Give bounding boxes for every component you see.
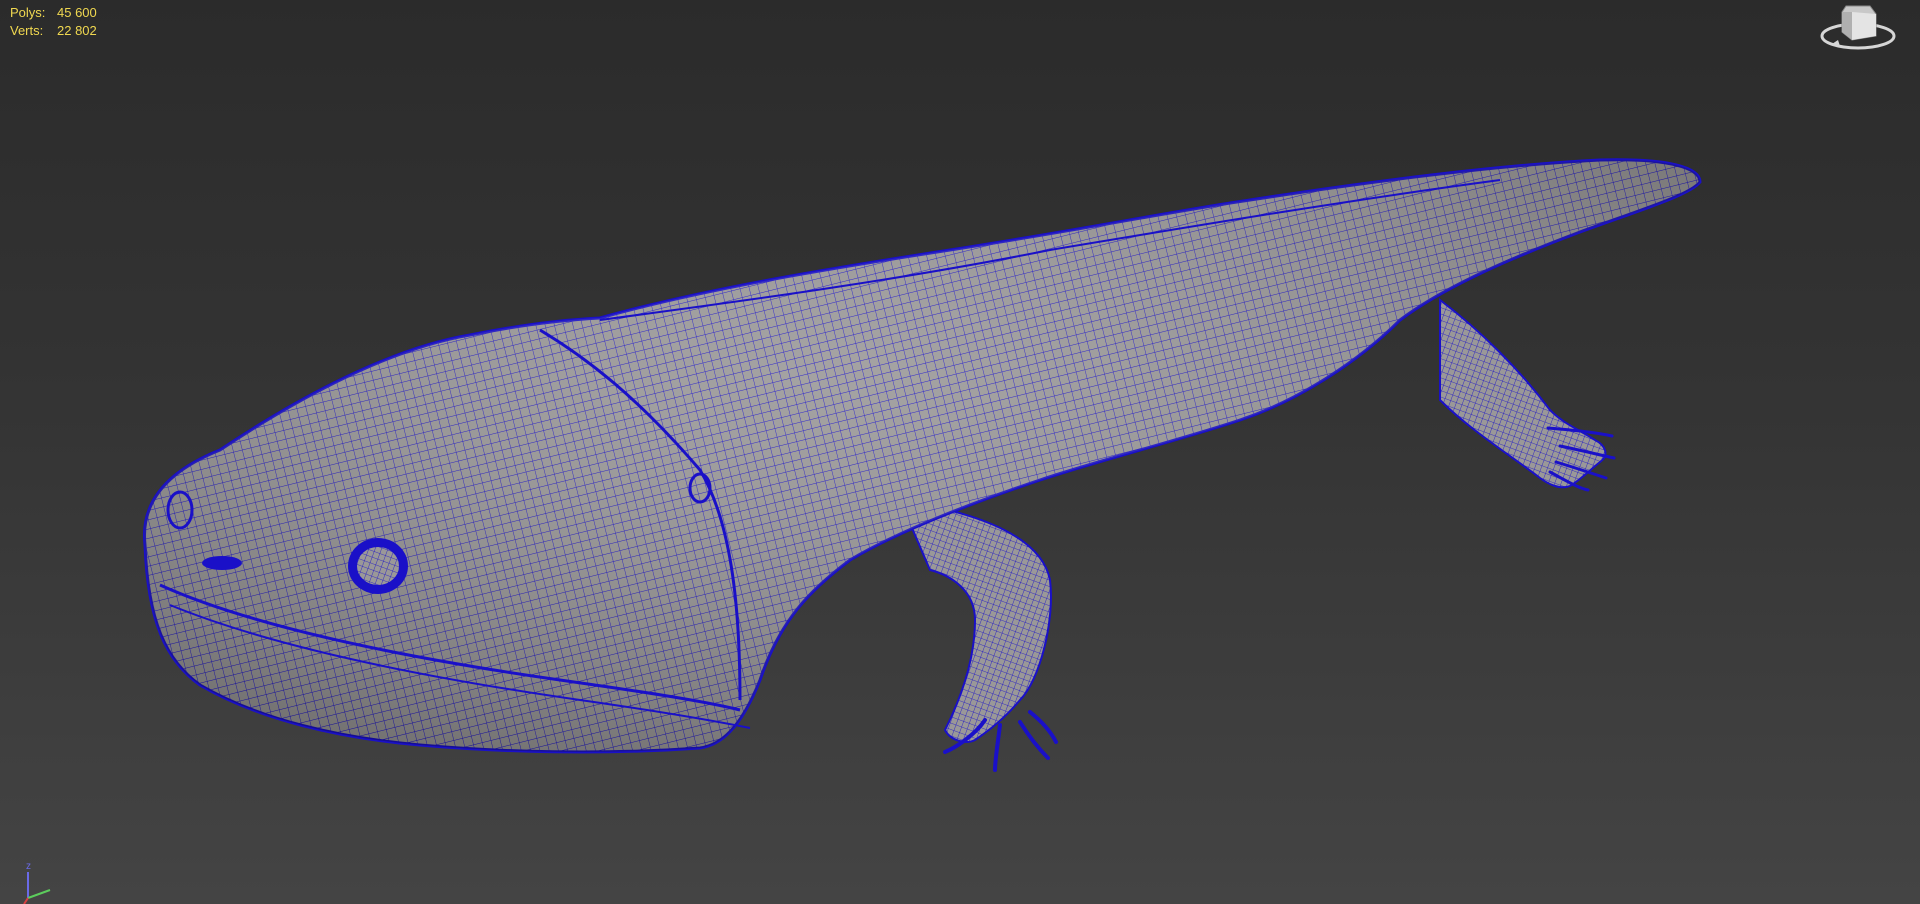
viewcube-icon[interactable]: [1818, 0, 1898, 56]
axis-z-label: z: [26, 861, 31, 872]
front-leg: [898, 498, 1058, 772]
3d-viewport[interactable]: Polys: 45 600 Verts: 22 802 z: [0, 0, 1920, 904]
salamander-mesh[interactable]: [0, 0, 1920, 904]
salamander-body: [142, 158, 1702, 754]
hind-leg: [1439, 297, 1616, 492]
axis-tripod-icon: z: [23, 861, 51, 904]
eye: [348, 538, 408, 594]
